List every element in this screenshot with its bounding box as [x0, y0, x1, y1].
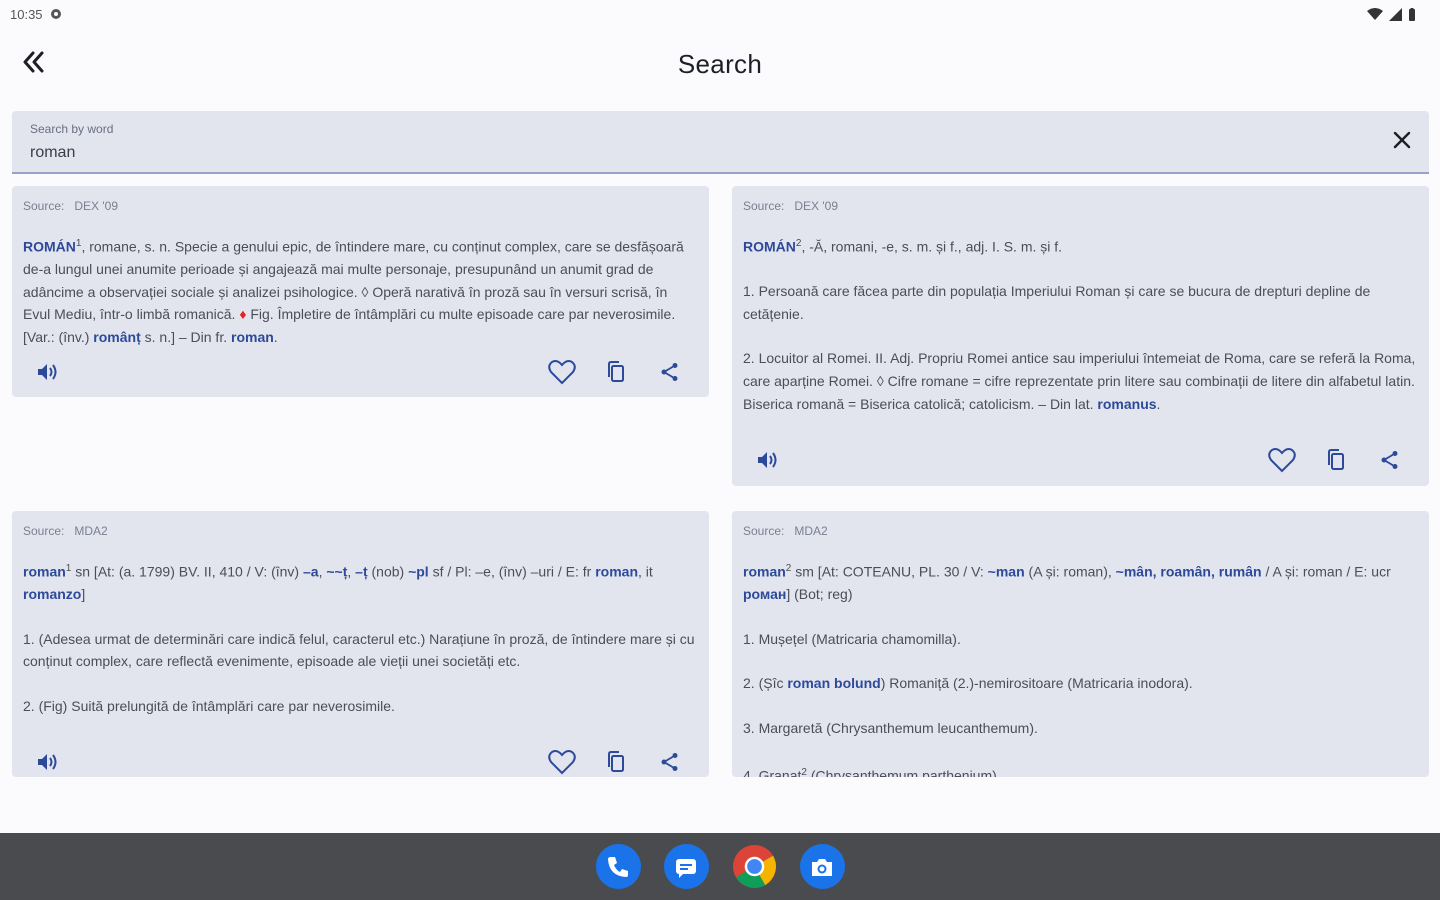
- top-app-bar: Search: [0, 36, 1440, 92]
- entry-link[interactable]: românț: [93, 329, 140, 345]
- entry-link[interactable]: roman: [231, 329, 274, 345]
- phone-app-icon[interactable]: [595, 844, 641, 889]
- share-icon[interactable]: [655, 747, 685, 777]
- card-source: Source: DEX '09: [23, 199, 119, 213]
- back-button[interactable]: [14, 44, 54, 84]
- clear-search-button[interactable]: [1389, 129, 1415, 155]
- card-actions: [12, 742, 709, 777]
- definition-card: Source: DEX '09 ROMÁN2, -Ă, romani, -e, s…: [732, 186, 1429, 486]
- double-chevron-left-icon: [22, 51, 46, 78]
- share-icon[interactable]: [655, 357, 685, 387]
- speaker-icon[interactable]: [756, 450, 782, 470]
- battery-icon: [1408, 7, 1416, 21]
- search-label: Search by word: [30, 122, 114, 136]
- card-source: Source: MDA2: [23, 524, 108, 538]
- headword: ROMÁN: [743, 238, 796, 255]
- chrome-app-icon[interactable]: [732, 844, 777, 889]
- card-actions: [732, 440, 1429, 480]
- headword: roman: [23, 563, 66, 580]
- entry-link[interactable]: romanzo: [23, 586, 81, 602]
- app-dock: [0, 833, 1440, 900]
- headword: roman: [743, 563, 786, 580]
- status-time: 10:35: [10, 6, 43, 22]
- card-source: Source: MDA2: [743, 524, 828, 538]
- notification-icon: [49, 7, 63, 21]
- messages-app-icon[interactable]: [663, 844, 709, 889]
- entry-link[interactable]: roman: [595, 564, 638, 580]
- entry-text: roman1 sn [At: (a. 1799) BV. II, 410 / V…: [23, 563, 695, 715]
- copy-icon[interactable]: [1321, 445, 1351, 475]
- headword: ROMÁN: [23, 238, 76, 255]
- entry-link[interactable]: romanus: [1097, 396, 1156, 412]
- close-icon: [1393, 131, 1411, 154]
- favorite-heart-icon[interactable]: [1267, 445, 1297, 475]
- copy-icon[interactable]: [601, 357, 631, 387]
- entry-link[interactable]: roman bolund: [787, 675, 880, 691]
- card-source: Source: DEX '09: [743, 199, 839, 213]
- status-bar: 10:35: [0, 0, 1440, 28]
- copy-icon[interactable]: [601, 747, 631, 777]
- signal-icon: [1389, 7, 1402, 21]
- entry-text: ROMÁN1, romane, s. n. Specie a genului e…: [23, 238, 684, 346]
- share-icon[interactable]: [1375, 445, 1405, 475]
- entry-text: roman2 sm [At: COTEANU, PL. 30 / V: ~man…: [743, 563, 1391, 777]
- card-actions: [12, 352, 709, 392]
- definition-card: Source: DEX '09 ROMÁN1, romane, s. n. Spe…: [12, 186, 709, 397]
- favorite-heart-icon[interactable]: [547, 357, 577, 387]
- definition-card: Source: MDA2 roman2 sm [At: COTEANU, PL. …: [732, 511, 1429, 777]
- definition-card: Source: MDA2 roman1 sn [At: (a. 1799) BV.…: [12, 511, 709, 777]
- favorite-heart-icon[interactable]: [547, 747, 577, 777]
- entry-text: ROMÁN2, -Ă, romani, -e, s. m. și f., adj…: [743, 238, 1416, 412]
- search-field[interactable]: Search by word: [12, 111, 1429, 174]
- page-title: Search: [677, 48, 763, 79]
- wifi-icon: [1367, 7, 1383, 21]
- entry-link[interactable]: роман: [743, 586, 786, 602]
- search-input[interactable]: [30, 141, 1330, 165]
- speaker-icon[interactable]: [36, 752, 62, 772]
- camera-app-icon[interactable]: [799, 844, 845, 889]
- speaker-icon[interactable]: [36, 362, 62, 382]
